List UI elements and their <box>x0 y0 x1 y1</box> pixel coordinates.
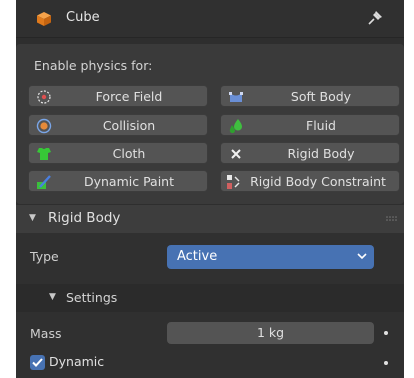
force-field-icon <box>37 90 51 104</box>
dynamic-label: Dynamic <box>49 354 105 369</box>
object-header: Cube <box>16 0 404 38</box>
force-field-button[interactable]: Force Field <box>28 85 208 107</box>
settings-subpanel-header[interactable]: ▼ Settings <box>16 284 404 312</box>
enable-physics-label: Enable physics for: <box>34 58 153 73</box>
rigid-body-label: Rigid Body <box>287 146 355 161</box>
cloth-button[interactable]: Cloth <box>28 142 208 164</box>
dynamic-paint-button[interactable]: Dynamic Paint <box>28 170 208 192</box>
type-dropdown[interactable]: Active <box>167 245 374 269</box>
cloth-label: Cloth <box>112 146 146 161</box>
fluid-label: Fluid <box>306 118 336 133</box>
soft-body-label: Soft Body <box>290 89 352 104</box>
mass-label: Mass <box>30 326 62 341</box>
chevron-down-icon <box>357 253 367 260</box>
drag-handle-icon[interactable] <box>386 216 398 222</box>
dynamic-paint-icon <box>37 175 51 189</box>
rigid-body-content: Type Active ▼ Settings Mass 1 kg Dynamic <box>16 233 404 378</box>
object-name: Cube <box>66 10 100 25</box>
mass-value: 1 kg <box>256 325 285 340</box>
animate-property-icon[interactable] <box>384 361 388 365</box>
settings-title: Settings <box>66 290 118 305</box>
mass-field[interactable]: 1 kg <box>167 322 374 344</box>
soft-body-icon <box>229 92 243 102</box>
fluid-icon <box>229 119 242 134</box>
type-value: Active <box>177 249 218 264</box>
collision-button[interactable]: Collision <box>28 114 208 136</box>
pin-icon[interactable] <box>366 9 384 27</box>
collapse-triangle-icon: ▼ <box>49 292 56 302</box>
type-label: Type <box>30 249 59 264</box>
dynamic-paint-label: Dynamic Paint <box>83 174 175 189</box>
cloth-icon <box>37 148 51 160</box>
rigid-body-title: Rigid Body <box>48 210 121 226</box>
checkmark-icon <box>32 358 43 367</box>
rigid-body-button[interactable]: Rigid Body <box>220 142 400 164</box>
collapse-triangle-icon: ▼ <box>29 213 36 223</box>
cube-icon <box>37 12 51 26</box>
force-field-label: Force Field <box>95 89 163 104</box>
enable-physics-section: Enable physics for: Force Field Soft Bod… <box>16 44 404 204</box>
dynamic-checkbox[interactable] <box>30 355 45 370</box>
collision-label: Collision <box>102 118 156 133</box>
rigid-body-panel-header[interactable]: ▼ Rigid Body <box>16 205 404 233</box>
rigid-body-constraint-label: Rigid Body Constraint <box>250 174 386 189</box>
properties-panel: Cube Enable physics for: Force Field Sof… <box>16 0 404 378</box>
animate-property-icon[interactable] <box>384 331 388 335</box>
fluid-button[interactable]: Fluid <box>220 114 400 136</box>
close-icon <box>231 149 241 159</box>
collision-icon <box>36 118 52 134</box>
soft-body-button[interactable]: Soft Body <box>220 85 400 107</box>
rigid-body-constraint-button[interactable]: Rigid Body Constraint <box>220 170 400 192</box>
